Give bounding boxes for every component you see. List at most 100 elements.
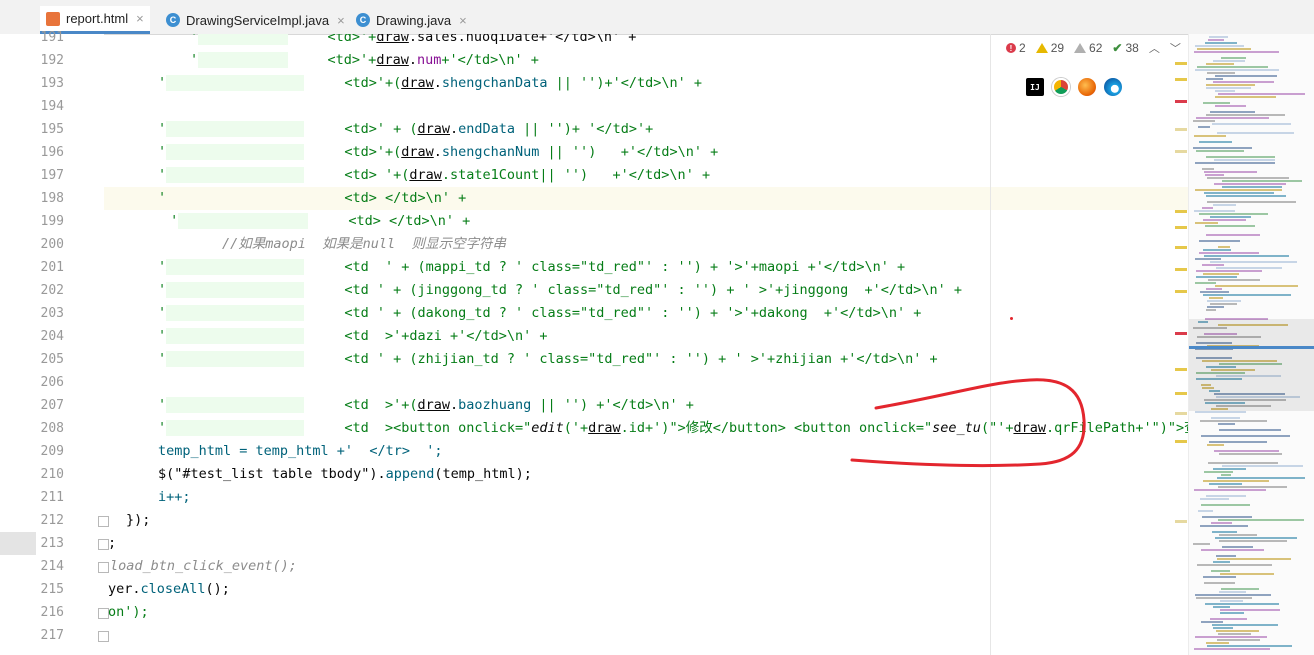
minimap-line xyxy=(1210,216,1251,218)
close-icon[interactable]: × xyxy=(337,13,345,28)
minimap-line xyxy=(1210,303,1237,305)
minimap-line xyxy=(1211,417,1240,419)
typos-count[interactable]: ✔ 38 xyxy=(1112,41,1138,55)
minimap-viewport[interactable] xyxy=(1189,319,1314,411)
java-class-icon: C xyxy=(166,13,180,27)
code-line-201: ' <td ' + (mappi_td ? ' class="td_red"' … xyxy=(158,259,906,275)
minimap-line xyxy=(1210,618,1247,620)
minimap-line xyxy=(1206,156,1275,158)
minimap-caret xyxy=(1189,346,1314,349)
stripe-mark xyxy=(1175,62,1187,65)
tab-drawingserviceimpl-java[interactable]: C DrawingServiceImpl.java × xyxy=(160,6,351,34)
code-line-195: ' <td>' + (draw.endData || '')+ '</td>'+ xyxy=(158,121,654,137)
error-icon: ! xyxy=(1006,43,1016,53)
weak-warnings-count[interactable]: 62 xyxy=(1074,41,1102,55)
line-number: 209 xyxy=(40,444,64,459)
minimap-line xyxy=(1195,222,1218,224)
line-number: 212 xyxy=(40,513,64,528)
minimap-line xyxy=(1204,192,1274,194)
html-file-icon xyxy=(46,11,60,26)
inspection-widget[interactable]: ! 2 29 62 ✔ 38 ︿ ﹀ xyxy=(1006,40,1181,56)
minimap-line xyxy=(1219,534,1257,536)
code-line-192: ' <td>'+draw.num+'</td>\n' + xyxy=(190,52,539,68)
minimap-line xyxy=(1194,489,1266,491)
minimap-line xyxy=(1202,168,1214,170)
minimap-line xyxy=(1199,141,1232,143)
minimap-line xyxy=(1197,66,1268,68)
minimap-line xyxy=(1199,213,1268,215)
chevron-down-icon[interactable]: ﹀ xyxy=(1170,40,1181,56)
stripe-mark xyxy=(1175,440,1187,443)
code-line-196: ' <td>'+(draw.shengchanNum || '') +'</td… xyxy=(158,144,719,160)
weak-warning-icon xyxy=(1074,43,1087,53)
warnings-count[interactable]: 29 xyxy=(1035,41,1064,55)
minimap-line xyxy=(1211,570,1230,572)
line-number: 216 xyxy=(40,605,64,620)
line-number: 194 xyxy=(40,99,64,114)
minimap-line xyxy=(1199,240,1240,242)
firefox-icon[interactable] xyxy=(1078,78,1096,96)
code-line-212: }); xyxy=(126,512,151,528)
close-icon[interactable]: × xyxy=(459,13,467,28)
minimap-line xyxy=(1195,411,1246,413)
chevron-up-icon[interactable]: ︿ xyxy=(1149,40,1160,56)
code-line-211: i++; xyxy=(158,489,191,505)
chrome-icon[interactable] xyxy=(1052,78,1070,96)
minimap-line xyxy=(1203,480,1269,482)
minimap-line xyxy=(1203,294,1291,296)
minimap-line xyxy=(1221,588,1259,590)
minimap-line xyxy=(1205,225,1255,227)
java-class-icon: C xyxy=(356,13,370,27)
code-line-204: ' <td >'+dazi +'</td>\n' + xyxy=(158,328,548,344)
code-line-202: ' <td ' + (jinggong_td ? ' class="td_red… xyxy=(158,282,963,298)
minimap-line xyxy=(1213,204,1236,206)
minimap-line xyxy=(1206,78,1223,80)
minimap-line xyxy=(1206,288,1222,290)
edge-icon[interactable] xyxy=(1104,78,1122,96)
minimap-line xyxy=(1206,309,1216,311)
minimap-line xyxy=(1206,195,1286,197)
stripe-mark xyxy=(1175,246,1187,249)
intellij-icon[interactable]: IJ xyxy=(1026,78,1044,96)
close-icon[interactable]: × xyxy=(136,11,144,26)
minimap-line xyxy=(1218,246,1230,248)
warning-icon xyxy=(1035,43,1048,53)
code-line-216: on'); xyxy=(108,604,149,620)
code-line-210: $("#test_list table tbody").append(temp_… xyxy=(158,466,532,482)
minimap-line xyxy=(1208,39,1224,41)
minimap-line xyxy=(1198,126,1210,128)
minimap-line xyxy=(1214,159,1275,161)
minimap-line xyxy=(1196,276,1237,278)
code-line-205: ' <td ' + (zhijian_td ? ' class="td_red"… xyxy=(158,351,938,367)
minimap-line xyxy=(1216,267,1282,269)
minimap-line xyxy=(1213,627,1233,629)
minimap-line xyxy=(1193,543,1210,545)
minimap-line xyxy=(1201,621,1223,623)
stripe-mark xyxy=(1175,412,1187,415)
tab-drawing-java[interactable]: C Drawing.java × xyxy=(350,6,473,34)
minimap-line xyxy=(1213,561,1230,563)
line-number: 206 xyxy=(40,375,64,390)
minimap-line xyxy=(1215,537,1297,539)
minimap-line xyxy=(1196,270,1262,272)
minimap-line xyxy=(1203,576,1236,578)
code-line-193: ' <td>'+(draw.shengchanData || '')+'</td… xyxy=(158,75,702,91)
minimap-line xyxy=(1218,486,1287,488)
minimap-line xyxy=(1201,549,1264,551)
minimap-line xyxy=(1204,582,1235,584)
minimap-line xyxy=(1209,297,1223,299)
minimap-line xyxy=(1217,132,1294,134)
errors-count[interactable]: ! 2 xyxy=(1006,41,1026,55)
minimap-line xyxy=(1195,282,1216,284)
line-number: 195 xyxy=(40,122,64,137)
code-editor[interactable]: ' <td>'+draw.sales.huoqiDate+'</td>\n' +… xyxy=(104,34,1188,655)
stripe-mark xyxy=(1175,226,1187,229)
minimap-line xyxy=(1218,519,1304,521)
minimap-line xyxy=(1195,258,1221,260)
minimap-line xyxy=(1207,306,1224,308)
code-minimap[interactable] xyxy=(1188,34,1314,655)
minimap-line xyxy=(1210,111,1255,113)
minimap-line xyxy=(1206,114,1285,116)
stripe-mark xyxy=(1175,332,1187,335)
minimap-line xyxy=(1220,600,1243,602)
